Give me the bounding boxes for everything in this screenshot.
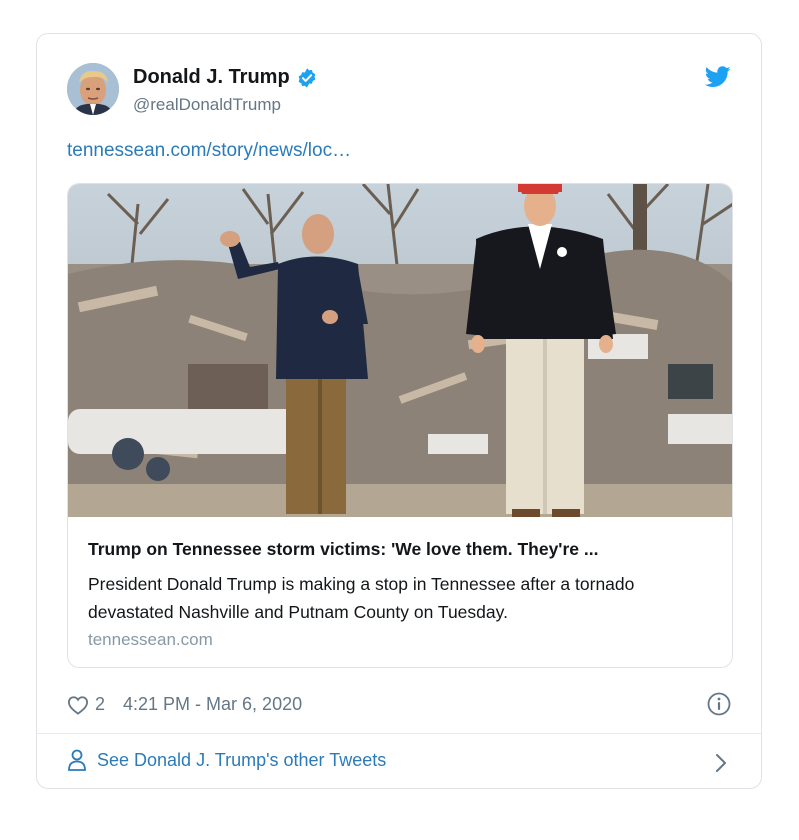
divider — [37, 733, 761, 734]
card-title[interactable]: Trump on Tennessee storm victims: 'We lo… — [88, 539, 598, 560]
heart-icon[interactable] — [67, 695, 89, 715]
tweet-embed-card: Donald J. Trump @realDonaldTrump tenness… — [36, 33, 762, 789]
author-name-row[interactable]: Donald J. Trump — [133, 66, 318, 89]
verified-badge-icon — [298, 67, 316, 88]
tweet-meta: 2 4:21 PM - Mar 6, 2020 — [67, 694, 302, 715]
author-handle[interactable]: @realDonaldTrump — [133, 95, 281, 115]
other-tweets-link[interactable]: See Donald J. Trump's other Tweets — [67, 749, 386, 771]
chevron-right-icon[interactable] — [715, 753, 727, 773]
twitter-bird-icon[interactable] — [705, 66, 731, 88]
card-description: President Donald Trump is making a stop … — [88, 574, 635, 622]
other-tweets-label[interactable]: See Donald J. Trump's other Tweets — [97, 750, 386, 771]
article-photo — [68, 184, 732, 517]
link-preview-card[interactable]: Trump on Tennessee storm victims: 'We lo… — [67, 183, 733, 668]
avatar[interactable] — [67, 63, 119, 115]
person-icon — [68, 749, 86, 771]
card-domain: tennessean.com — [88, 630, 213, 649]
info-icon[interactable] — [707, 692, 731, 716]
article-link[interactable]: tennessean.com/story/news/loc… — [67, 140, 351, 162]
tweet-timestamp[interactable]: 4:21 PM - Mar 6, 2020 — [123, 694, 302, 715]
like-count[interactable]: 2 — [95, 694, 105, 715]
author-name[interactable]: Donald J. Trump — [133, 66, 290, 89]
